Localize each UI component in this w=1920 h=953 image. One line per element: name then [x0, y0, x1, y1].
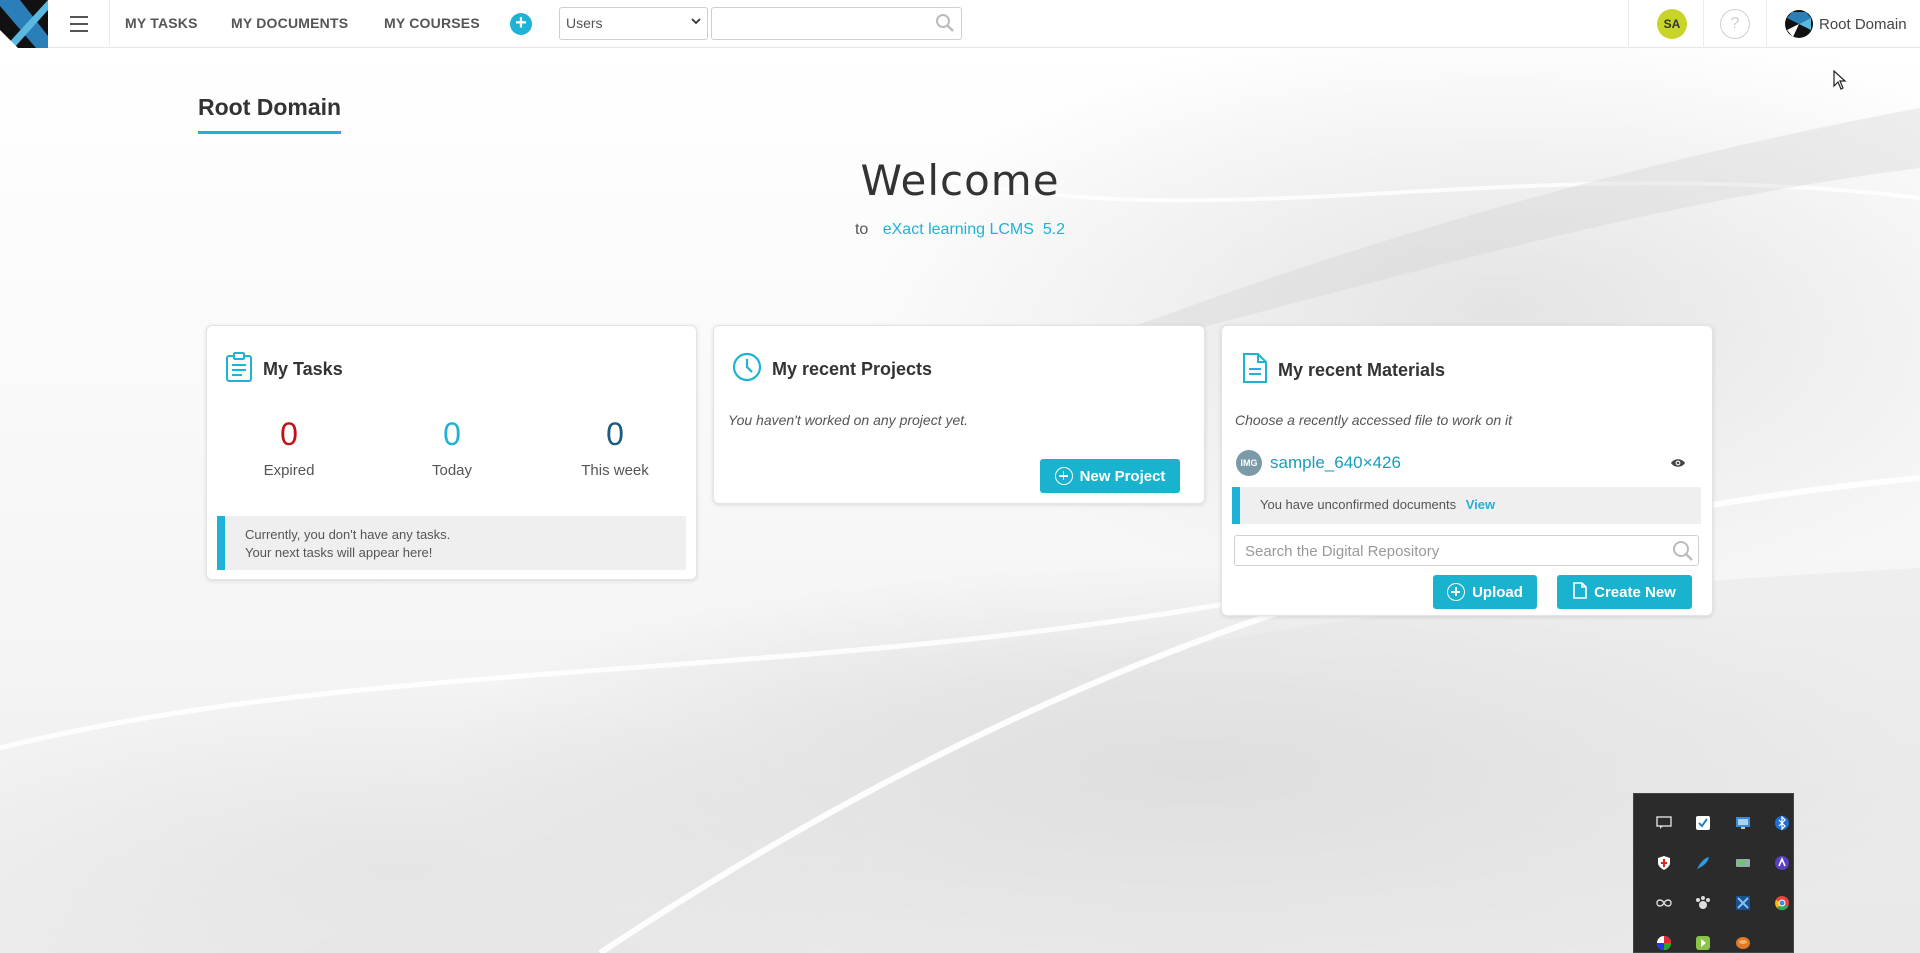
eye-preview-icon[interactable]: [1670, 456, 1686, 474]
card-title: My Tasks: [263, 359, 343, 379]
stat-today[interactable]: 0 Today: [392, 416, 512, 479]
materials-hint: Choose a recently accessed file to work …: [1235, 412, 1513, 428]
nav-my-documents[interactable]: MY DOCUMENTS: [231, 0, 348, 48]
my-tasks-card: My Tasks 0 Expired 0 Today 0 This week C…: [206, 325, 697, 580]
help-icon[interactable]: ?: [1720, 9, 1750, 39]
search-icon[interactable]: [1672, 540, 1694, 566]
plus-circle-icon: [1054, 467, 1073, 485]
infinity-icon[interactable]: [1653, 892, 1675, 914]
green-app-icon[interactable]: [1692, 932, 1714, 953]
nav-my-tasks[interactable]: MY TASKS: [125, 0, 198, 48]
clipboard-icon: [225, 352, 253, 387]
x-app-icon[interactable]: [1732, 892, 1754, 914]
stat-expired[interactable]: 0 Expired: [229, 416, 349, 479]
security-shield-icon[interactable]: [1653, 852, 1675, 874]
stat-label: Expired: [263, 462, 315, 479]
divider: [1703, 0, 1704, 48]
recent-file-item[interactable]: IMG sample_640×426: [1236, 448, 1706, 478]
app-purple-icon[interactable]: [1771, 852, 1793, 874]
plus-circle-icon: [1447, 583, 1466, 601]
projects-empty-text: You haven't worked on any project yet.: [728, 412, 969, 428]
divider: [109, 0, 110, 48]
stat-label: This week: [581, 462, 649, 479]
card-header: My Tasks: [225, 352, 343, 387]
card-title: My recent Projects: [772, 359, 933, 379]
notice-text: You have unconfirmed documents: [1260, 497, 1457, 512]
domain-switcher[interactable]: Root Domain: [1784, 9, 1907, 39]
file-name-link[interactable]: sample_640×426: [1270, 453, 1401, 473]
recent-projects-card: My recent Projects You haven't worked on…: [713, 325, 1205, 504]
welcome-subtitle: to eXact learning LCMS 5.2: [0, 221, 1920, 239]
stat-this-week[interactable]: 0 This week: [555, 416, 675, 479]
entity-select-value: Users: [566, 15, 603, 31]
new-project-button[interactable]: New Project: [1040, 459, 1180, 493]
top-navbar: MY TASKS MY DOCUMENTS MY COURSES + Users…: [0, 0, 1920, 48]
product-version: 5.2: [1042, 221, 1066, 238]
nav-my-courses[interactable]: MY COURSES: [384, 0, 480, 48]
divider: [1628, 0, 1629, 48]
paw-icon[interactable]: [1692, 892, 1714, 914]
chrome-icon[interactable]: [1771, 892, 1793, 914]
image-file-badge: IMG: [1236, 450, 1262, 476]
notice-line: Currently, you don't have any tasks.: [245, 527, 451, 542]
product-name-text: eXact learning LCMS: [882, 221, 1034, 238]
monitor-icon[interactable]: [1732, 812, 1754, 834]
app-logo[interactable]: [0, 0, 48, 48]
document-icon: [1242, 352, 1268, 389]
card-header: My recent Materials: [1242, 352, 1445, 389]
chat-icon[interactable]: [1653, 812, 1675, 834]
device-icon[interactable]: [1732, 852, 1754, 874]
card-title: My recent Materials: [1278, 360, 1446, 380]
button-label: New Project: [1079, 467, 1166, 485]
upload-button[interactable]: Upload: [1433, 575, 1537, 609]
clock-icon: [732, 352, 762, 387]
welcome-heading: Welcome: [860, 156, 1060, 205]
chevron-down-icon: [691, 16, 701, 29]
global-search-input[interactable]: [711, 7, 962, 40]
repository-search-input[interactable]: [1245, 543, 1645, 560]
user-avatar[interactable]: SA: [1657, 9, 1687, 39]
tasks-empty-notice: Currently, you don't have any tasks. You…: [217, 516, 686, 570]
product-name: eXact learning LCMS 5.2: [883, 221, 1065, 238]
notice-line: Your next tasks will appear here!: [245, 545, 433, 560]
welcome-to: to: [854, 221, 869, 238]
button-label: Upload: [1472, 583, 1523, 601]
card-header: My recent Projects: [732, 352, 932, 387]
button-label: Create New: [1594, 583, 1676, 601]
domain-label: Root Domain: [1819, 15, 1907, 33]
stat-value: 0: [606, 416, 624, 452]
stat-label: Today: [431, 462, 473, 479]
view-link[interactable]: View: [1466, 497, 1495, 512]
new-document-icon: [1573, 581, 1587, 603]
domain-globe-icon: [1785, 10, 1813, 38]
divider: [1766, 0, 1767, 48]
unconfirmed-docs-notice: You have unconfirmed documents View: [1232, 487, 1701, 524]
menu-hamburger-icon[interactable]: [62, 9, 96, 39]
create-new-button[interactable]: Create New: [1557, 575, 1692, 609]
add-plus-icon[interactable]: +: [510, 13, 532, 35]
entity-type-select[interactable]: Users: [559, 7, 708, 40]
bluetooth-icon[interactable]: [1771, 812, 1793, 834]
search-icon[interactable]: [935, 13, 955, 38]
repository-search-field[interactable]: [1234, 535, 1699, 566]
orange-app-icon[interactable]: [1732, 932, 1754, 953]
page-title: Root Domain: [198, 94, 342, 134]
system-tray-overflow: [1633, 793, 1794, 953]
stat-value: 0: [443, 416, 461, 452]
feather-icon[interactable]: [1692, 852, 1714, 874]
recent-materials-card: My recent Materials Choose a recently ac…: [1221, 325, 1713, 616]
stat-value: 0: [280, 416, 298, 452]
shield-check-icon[interactable]: [1692, 812, 1714, 834]
color-wheel-icon[interactable]: [1653, 932, 1675, 953]
mouse-cursor-icon: [1833, 69, 1847, 95]
